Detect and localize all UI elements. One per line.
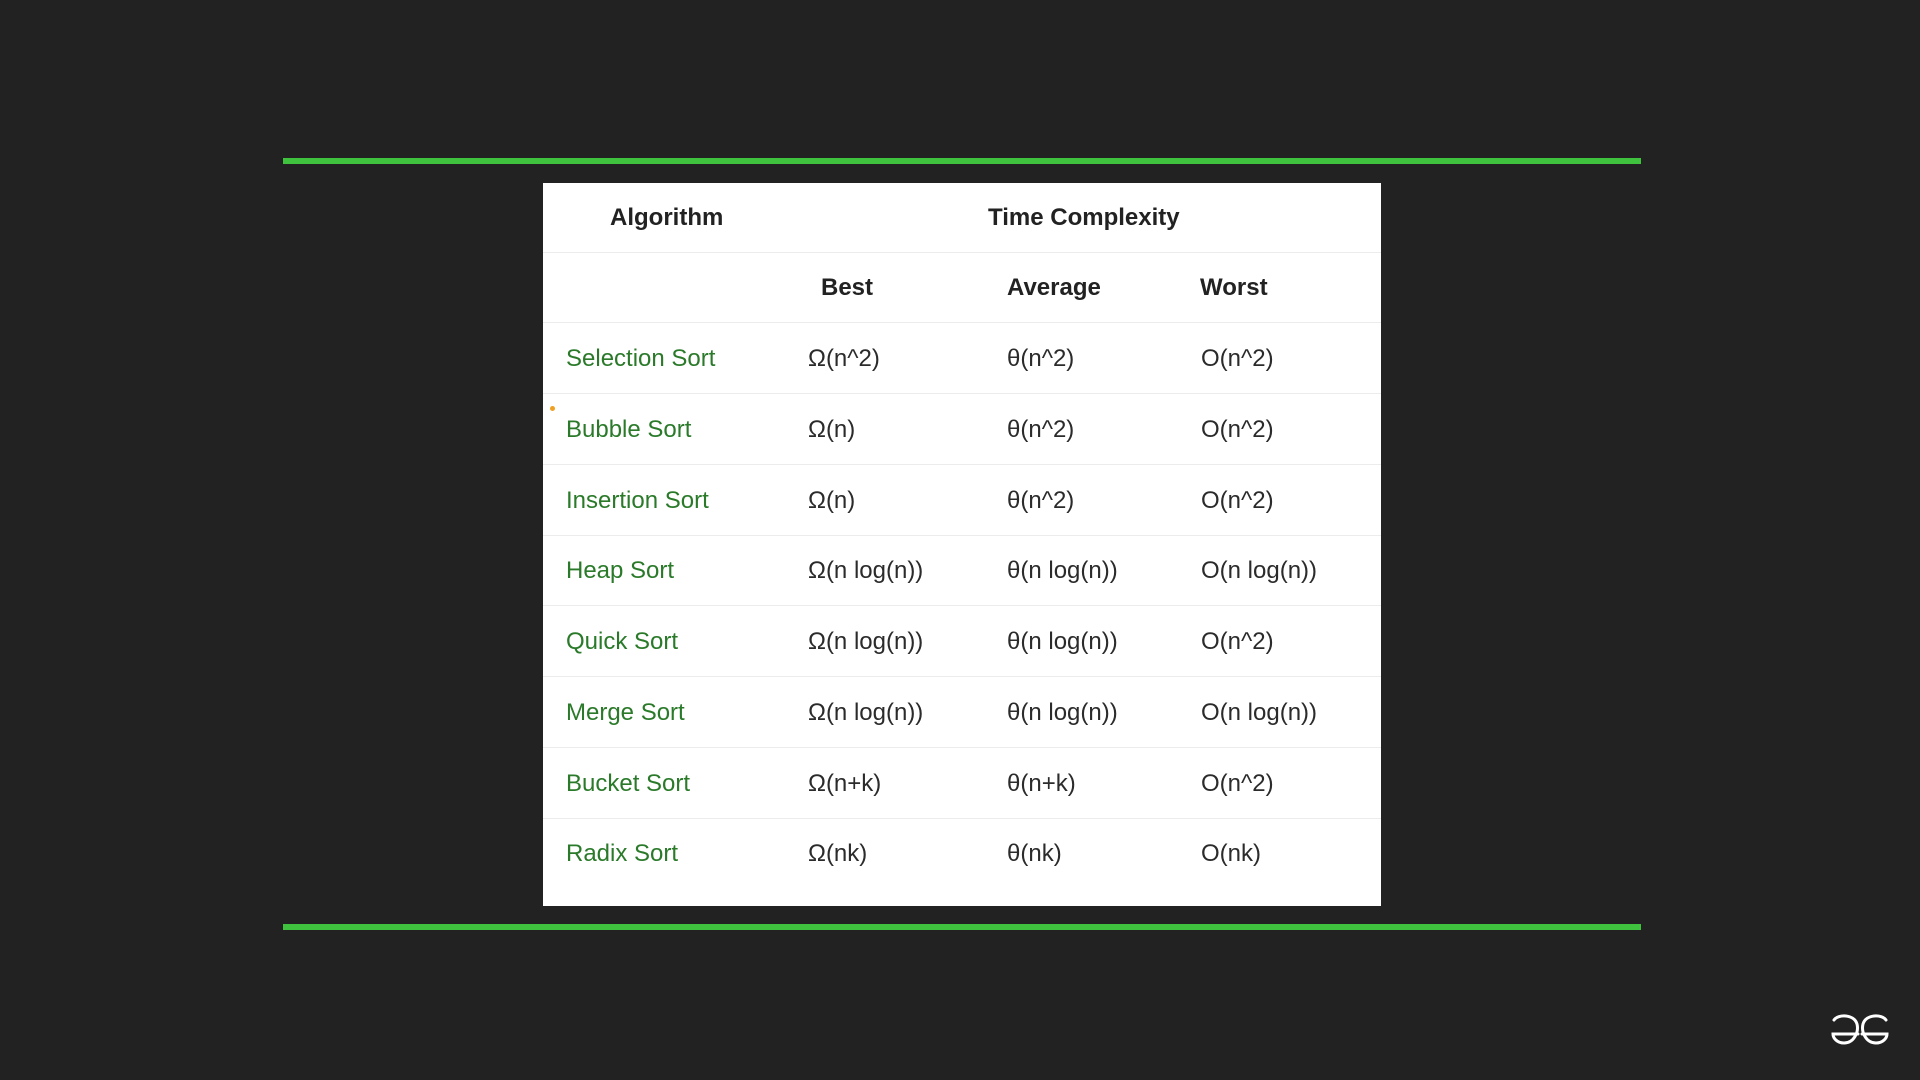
- subheader-worst: Worst: [1200, 274, 1268, 301]
- algorithm-name: Heap Sort: [566, 557, 675, 584]
- subheader-average: Average: [1007, 274, 1101, 301]
- algorithm-name: Bucket Sort: [566, 770, 691, 797]
- algorithm-name: Selection Sort: [566, 345, 716, 372]
- average-case: θ(n^2): [1007, 487, 1075, 514]
- best-case: Ω(n): [808, 416, 856, 443]
- average-case: θ(n+k): [1007, 770, 1076, 797]
- table-row: Merge Sort Ω(n log(n)) θ(n log(n)) O(n l…: [543, 678, 1381, 748]
- best-case: Ω(n log(n)): [808, 628, 924, 655]
- best-case: Ω(n log(n)): [808, 699, 924, 726]
- best-case: Ω(nk): [808, 840, 868, 867]
- best-case: Ω(n): [808, 487, 856, 514]
- worst-case: O(nk): [1201, 840, 1261, 867]
- table-row: Heap Sort Ω(n log(n)) θ(n log(n)) O(n lo…: [543, 536, 1381, 606]
- worst-case: O(n^2): [1201, 345, 1274, 372]
- top-green-rule: [283, 158, 1641, 164]
- header-algorithm: Algorithm: [610, 204, 724, 231]
- table-row: Insertion Sort Ω(n) θ(n^2) O(n^2): [543, 466, 1381, 536]
- worst-case: O(n log(n)): [1201, 699, 1318, 726]
- average-case: θ(n^2): [1007, 416, 1075, 443]
- average-case: θ(n log(n)): [1007, 628, 1118, 655]
- worst-case: O(n^2): [1201, 487, 1274, 514]
- table-row: Quick Sort Ω(n log(n)) θ(n log(n)) O(n^2…: [543, 607, 1381, 677]
- algorithm-name: Insertion Sort: [566, 487, 709, 514]
- best-case: Ω(n+k): [808, 770, 882, 797]
- average-case: θ(nk): [1007, 840, 1062, 867]
- gfg-logo-icon: [1831, 1014, 1889, 1045]
- table-row: Bubble Sort Ω(n) θ(n^2) O(n^2): [543, 395, 1381, 465]
- subheader-best: Best: [821, 274, 874, 301]
- complexity-table: Algorithm Time Complexity Best Average W…: [543, 183, 1381, 906]
- average-case: θ(n log(n)): [1007, 557, 1118, 584]
- table-subheader-row: Best Average Worst: [543, 253, 1381, 323]
- algorithm-name: Merge Sort: [566, 699, 685, 726]
- cursor-dot: [550, 406, 555, 411]
- table-row: Radix Sort Ω(nk) θ(nk) O(nk): [543, 819, 1381, 889]
- worst-case: O(n^2): [1201, 628, 1274, 655]
- worst-case: O(n^2): [1201, 416, 1274, 443]
- worst-case: O(n log(n)): [1201, 557, 1318, 584]
- algorithm-name: Quick Sort: [566, 628, 679, 655]
- algorithm-name: Radix Sort: [566, 840, 679, 867]
- table-row: Selection Sort Ω(n^2) θ(n^2) O(n^2): [543, 324, 1381, 394]
- bottom-green-rule: [283, 924, 1641, 930]
- best-case: Ω(n log(n)): [808, 557, 924, 584]
- average-case: θ(n log(n)): [1007, 699, 1118, 726]
- table-header-row: Algorithm Time Complexity: [543, 183, 1381, 253]
- algorithm-name: Bubble Sort: [566, 416, 692, 443]
- header-time-complexity: Time Complexity: [988, 204, 1180, 231]
- best-case: Ω(n^2): [808, 345, 880, 372]
- average-case: θ(n^2): [1007, 345, 1075, 372]
- worst-case: O(n^2): [1201, 770, 1274, 797]
- slide: Algorithm Time Complexity Best Average W…: [0, 0, 1920, 1080]
- table-row: Bucket Sort Ω(n+k) θ(n+k) O(n^2): [543, 749, 1381, 819]
